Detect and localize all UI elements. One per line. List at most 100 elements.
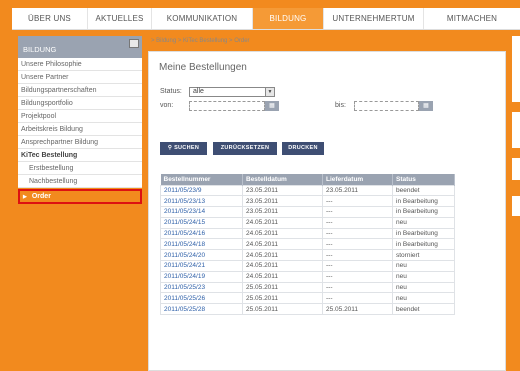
cell-bestelldatum: 23.05.2011 [242,184,323,197]
reset-button[interactable]: ZURÜCKSETZEN [213,142,277,155]
cell-bestellnummer[interactable]: 2011/05/23/14 [160,206,243,218]
breadcrumb: > Bildung > KiTec Bestellung > Order [151,38,250,44]
cell-bestelldatum: 24.05.2011 [242,216,323,229]
cell-lieferdatum: --- [322,238,393,251]
sidebar-item-unsere-philosophie[interactable]: Unsere Philosophie [18,58,142,71]
cell-bestelldatum: 25.05.2011 [242,303,323,316]
table-row[interactable]: 2011/05/24/15 24.05.2011 --- neu [160,216,455,229]
table-row[interactable]: 2011/05/25/23 25.05.2011 --- neu [160,281,455,294]
side-box [512,158,520,180]
sidebar-item-order[interactable]: ▶ Order [18,189,142,204]
tab-aktuelles[interactable]: AKTUELLES [88,8,152,29]
tab-mitmachen[interactable]: MITMACHEN [424,8,520,29]
cell-lieferdatum: 23.05.2011 [322,184,393,197]
table-row[interactable]: 2011/05/24/16 24.05.2011 --- in Bearbeitung [160,227,455,240]
cell-lieferdatum: --- [322,292,393,305]
chevron-down-icon: ▼ [265,88,274,96]
table-row[interactable]: 2011/05/24/21 24.05.2011 --- neu [160,260,455,272]
cell-bestellnummer[interactable]: 2011/05/24/15 [160,216,243,229]
status-select[interactable]: alle ▼ [189,87,275,97]
cell-bestelldatum: 24.05.2011 [242,227,323,240]
column-header-lieferdatum[interactable]: Lieferdatum [322,174,393,185]
cell-status: beendet [392,303,455,316]
status-label: Status: [160,88,182,95]
cell-lieferdatum: --- [322,249,393,262]
tab-unternehmertum[interactable]: UNTERNEHMERTUM [324,8,424,29]
cell-status: neu [392,270,455,283]
table-row[interactable]: 2011/05/24/19 24.05.2011 --- neu [160,270,455,283]
search-button[interactable]: ⚲ SUCHEN [160,142,207,155]
sidebar-title: BILDUNG [23,45,57,54]
cell-status: neu [392,216,455,229]
column-header-bestelldatum[interactable]: Bestelldatum [242,174,323,185]
page-title: Meine Bestellungen [159,62,247,73]
cell-bestellnummer[interactable]: 2011/05/24/16 [160,227,243,240]
table-row[interactable]: 2011/05/23/14 23.05.2011 --- in Bearbeitung [160,206,455,218]
cell-status: in Bearbeitung [392,206,455,218]
cell-status: beendet [392,184,455,197]
orders-panel: Meine Bestellungen Status: alle ▼ von: ▦… [148,51,506,371]
table-header-row: Bestellnummer Bestelldatum Lieferdatum S… [160,174,455,185]
von-date-input[interactable] [189,101,265,111]
cell-bestellnummer[interactable]: 2011/05/23/9 [160,184,243,197]
sidebar-item-arbeitskreis-bildung[interactable]: Arbeitskreis Bildung [18,123,142,136]
sidebar-item-projektpool[interactable]: Projektpool [18,110,142,123]
cell-bestellnummer[interactable]: 2011/05/25/28 [160,303,243,316]
cell-status: neu [392,281,455,294]
sidebar-item-order-label: Order [31,193,51,200]
print-button[interactable]: DRUCKEN [282,142,324,155]
table-row[interactable]: 2011/05/24/18 24.05.2011 --- in Bearbeitung [160,238,455,251]
table-row[interactable]: 2011/05/23/9 23.05.2011 23.05.2011 beendet [160,184,455,197]
sidebar-item-ansprechpartner-bildung[interactable]: Ansprechpartner Bildung [18,136,142,149]
cell-bestelldatum: 23.05.2011 [242,195,323,208]
sidebar-item-unsere-partner[interactable]: Unsere Partner [18,71,142,84]
cell-bestellnummer[interactable]: 2011/05/25/26 [160,292,243,305]
cell-bestelldatum: 25.05.2011 [242,292,323,305]
tab-bildung[interactable]: BILDUNG [253,8,324,29]
cell-bestellnummer[interactable]: 2011/05/23/13 [160,195,243,208]
cell-bestellnummer[interactable]: 2011/05/24/19 [160,270,243,283]
orders-table: Bestellnummer Bestelldatum Lieferdatum S… [160,174,455,316]
von-label: von: [160,102,174,109]
arrow-right-icon: ▶ [23,194,27,200]
sidebar-item-bildungsportfolio[interactable]: Bildungsportfolio [18,97,142,110]
sidebar-item-bildungspartnerschaften[interactable]: Bildungspartnerschaften [18,84,142,97]
cell-bestelldatum: 24.05.2011 [242,260,323,272]
cell-lieferdatum: 25.05.2011 [322,303,393,316]
cell-lieferdatum: --- [322,281,393,294]
table-row[interactable]: 2011/05/23/13 23.05.2011 --- in Bearbeitung [160,195,455,208]
cell-status: in Bearbeitung [392,195,455,208]
main-content: > Bildung > KiTec Bestellung > Order Mei… [148,36,506,371]
sidebar-item-nachbestellung[interactable]: Nachbestellung [18,175,142,188]
sidebar-item-erstbestellung[interactable]: Erstbestellung [18,162,142,175]
calendar-icon[interactable]: ▦ [419,101,433,111]
cell-status: neu [392,292,455,305]
cell-bestellnummer[interactable]: 2011/05/24/18 [160,238,243,251]
cell-lieferdatum: --- [322,260,393,272]
cell-lieferdatum: --- [322,206,393,218]
top-navigation: ÜBER UNS AKTUELLES KOMMUNIKATION BILDUNG… [12,8,520,30]
cell-status: neu [392,260,455,272]
column-header-bestellnummer[interactable]: Bestellnummer [160,174,243,185]
cell-bestellnummer[interactable]: 2011/05/24/21 [160,260,243,272]
cell-bestellnummer[interactable]: 2011/05/24/20 [160,249,243,262]
cell-bestelldatum: 25.05.2011 [242,281,323,294]
sidebar-header: BILDUNG [18,36,142,58]
cell-bestellnummer[interactable]: 2011/05/25/23 [160,281,243,294]
side-box [512,112,520,148]
cell-status: in Bearbeitung [392,227,455,240]
cell-status: in Bearbeitung [392,238,455,251]
table-row[interactable]: 2011/05/24/20 24.05.2011 --- storniert [160,249,455,262]
status-select-value: alle [193,88,204,95]
table-row[interactable]: 2011/05/25/28 25.05.2011 25.05.2011 beendet [160,303,455,316]
orders-table-body: 2011/05/23/9 23.05.2011 23.05.2011 beendet 2… [160,184,455,316]
tab-kommunikation[interactable]: KOMMUNIKATION [152,8,253,29]
table-row[interactable]: 2011/05/25/26 25.05.2011 --- neu [160,292,455,305]
calendar-icon[interactable]: ▦ [265,101,279,111]
sidebar-item-kitec-bestellung[interactable]: KiTec Bestellung [18,149,142,162]
cell-bestelldatum: 24.05.2011 [242,249,323,262]
tab-ueber-uns[interactable]: ÜBER UNS [12,8,88,29]
bis-date-input[interactable] [354,101,419,111]
window-icon[interactable] [129,39,139,48]
column-header-status[interactable]: Status [392,174,455,185]
